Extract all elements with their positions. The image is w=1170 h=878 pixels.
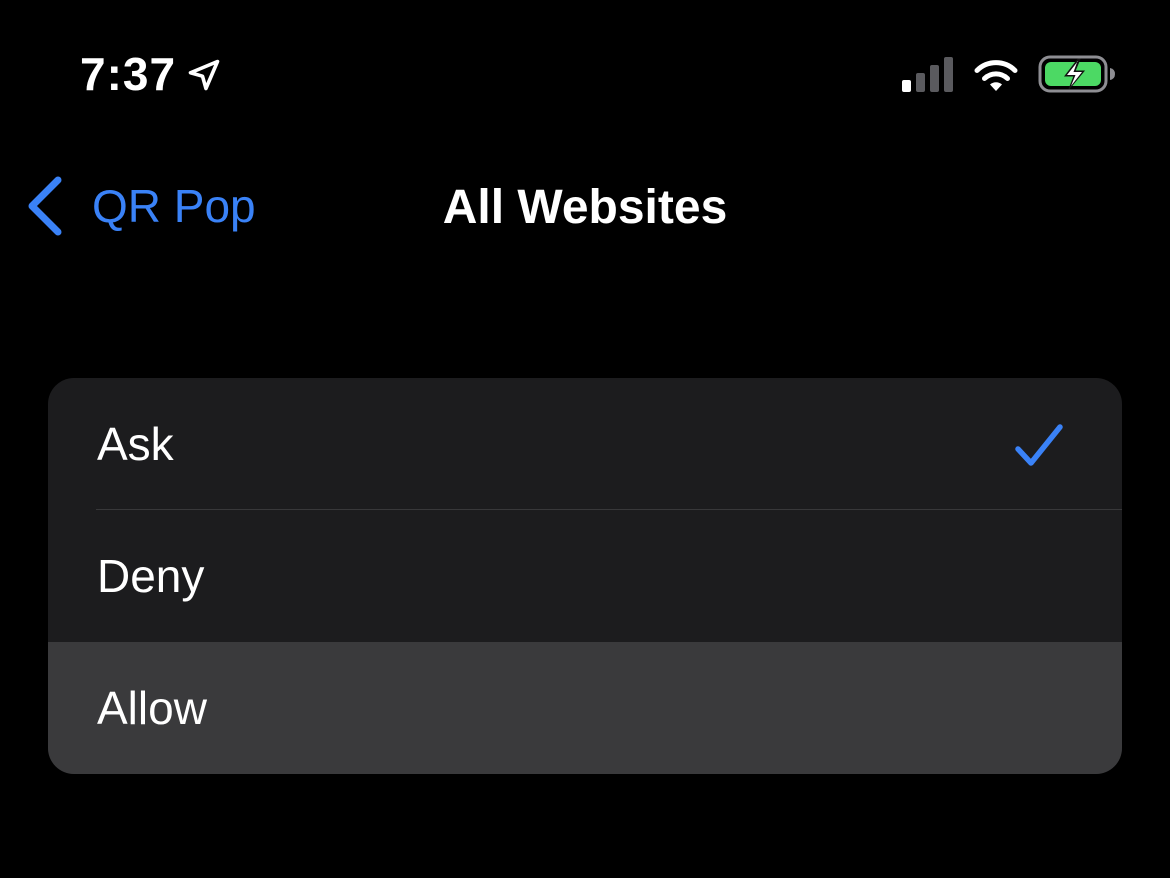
status-bar: 7:37: [0, 0, 1170, 150]
permission-options-list: Ask Deny Allow: [48, 378, 1122, 774]
battery-charging-icon: [1038, 55, 1115, 93]
option-label: Deny: [97, 550, 205, 602]
checkmark-icon: [1015, 424, 1063, 466]
wifi-icon: [974, 60, 1018, 91]
status-right-icons: [902, 54, 1116, 94]
back-button[interactable]: QR Pop: [26, 176, 256, 236]
location-arrow-icon: [188, 59, 220, 91]
chevron-left-icon: [28, 176, 62, 236]
option-label: Allow: [97, 682, 207, 734]
back-button-label: QR Pop: [92, 180, 256, 232]
option-deny[interactable]: Deny: [48, 510, 1122, 642]
option-label: Ask: [97, 418, 174, 470]
option-ask[interactable]: Ask: [48, 378, 1122, 510]
status-time-group: 7:37: [80, 46, 222, 102]
status-time: 7:37: [80, 48, 177, 100]
cellular-signal-icon: [902, 57, 953, 92]
option-allow[interactable]: Allow: [48, 642, 1122, 774]
navigation-bar: All Websites QR Pop: [0, 160, 1170, 256]
